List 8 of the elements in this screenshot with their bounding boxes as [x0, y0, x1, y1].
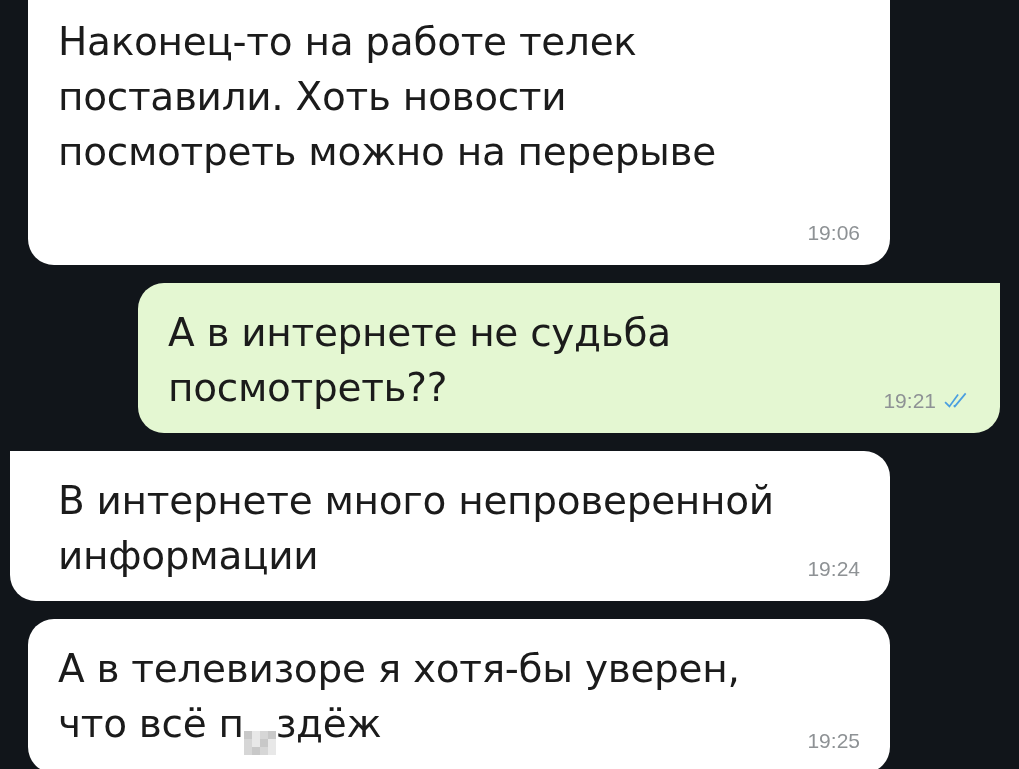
message-time: 19:24	[807, 557, 860, 581]
message-time: 19:06	[807, 221, 860, 245]
message-text: В интернете много непроверенной информации	[58, 477, 774, 580]
message-text: Наконец-то на работе телек поставили. Хоть новости посмотреть можно на перерыве	[58, 18, 716, 176]
message-time: 19:25	[807, 729, 860, 753]
message-time: 19:21	[883, 389, 936, 413]
message-text: А в интернете не судьба посмотреть??	[168, 309, 671, 412]
message-text: А в телевизоре я хотя-бы уверен, что всё п здёж	[58, 641, 740, 755]
